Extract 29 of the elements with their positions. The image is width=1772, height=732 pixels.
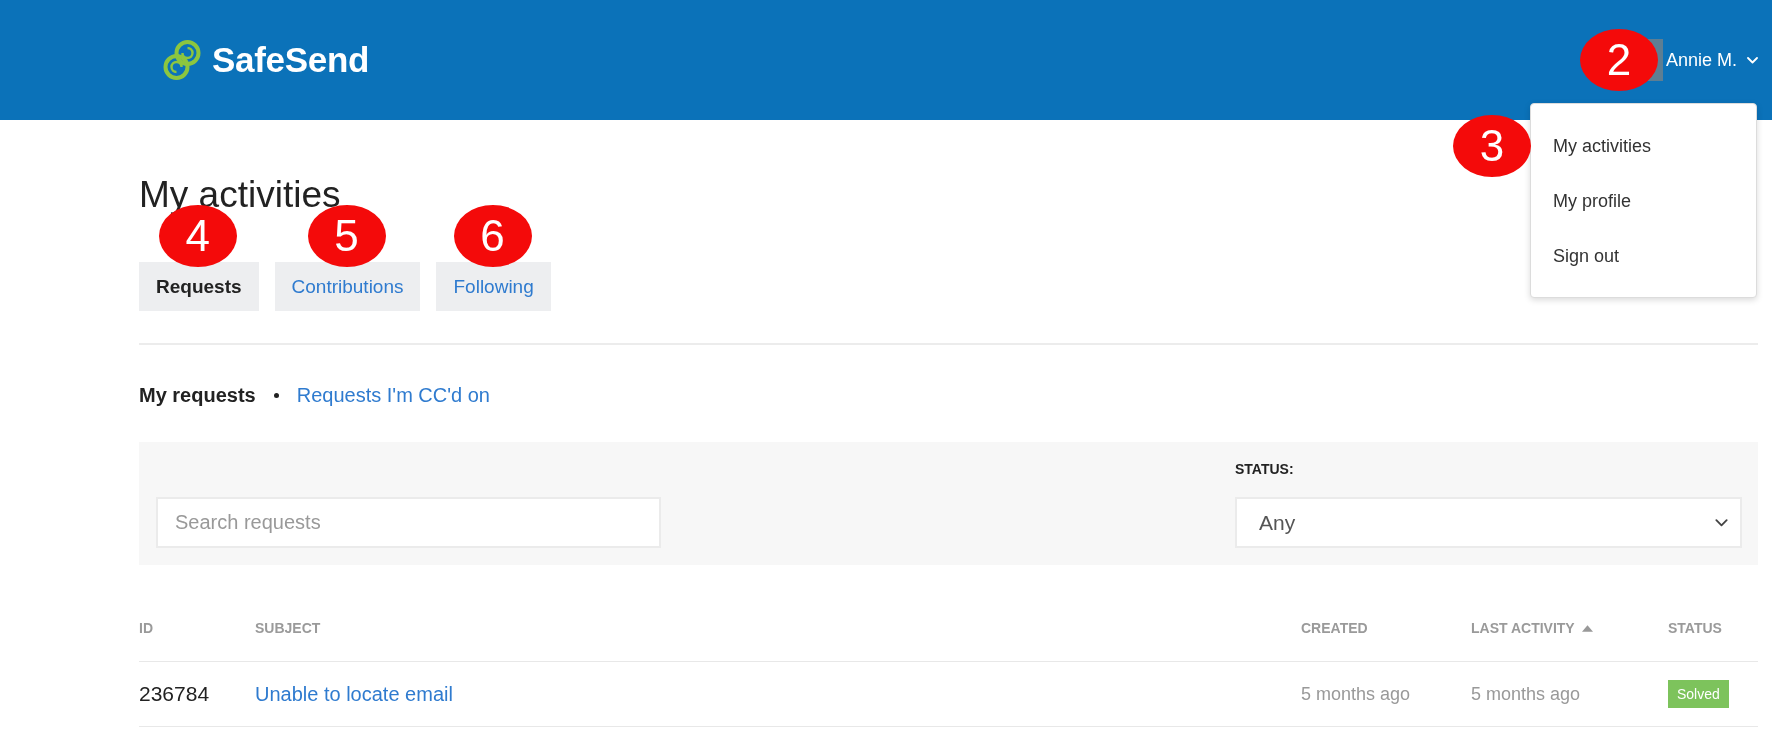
tab[interactable]: Following — [436, 262, 551, 311]
logo-icon — [162, 39, 202, 81]
column-header: ID — [139, 620, 153, 636]
menu-item[interactable]: Sign out — [1531, 229, 1756, 284]
column-header: CREATED — [1301, 620, 1368, 636]
column-header: STATUS — [1668, 620, 1722, 636]
user-menu-button[interactable]: Annie M. — [1665, 49, 1758, 71]
numbered-callout: 2 — [1579, 29, 1658, 91]
bullet-separator-icon — [273, 392, 279, 398]
request-link[interactable]: Unable to locate email — [255, 682, 453, 706]
chevron-down-icon — [1715, 518, 1728, 527]
table-cell: 5 months ago — [1301, 683, 1411, 705]
menu-item[interactable]: My activities — [1531, 119, 1756, 174]
status-badge: Solved — [1668, 680, 1729, 708]
logo-text: SafeSend — [212, 40, 370, 80]
table-cell: 5 months ago — [1471, 683, 1581, 705]
status-label: STATUS: — [1235, 461, 1294, 477]
table-cell: 236784 — [139, 682, 210, 706]
status-select[interactable]: Any — [1235, 497, 1742, 548]
chevron-down-icon — [1747, 56, 1758, 64]
tab[interactable]: Contributions — [274, 262, 421, 311]
tab[interactable]: Requests — [139, 262, 259, 311]
search-field[interactable]: Search requests — [156, 497, 661, 548]
menu-item[interactable]: My profile — [1531, 174, 1756, 229]
filter-link[interactable]: My requests — [139, 383, 256, 407]
numbered-callout: 6 — [453, 205, 532, 267]
filter-link[interactable]: Requests I'm CC'd on — [296, 383, 490, 407]
numbered-callout: 3 — [1453, 115, 1531, 177]
column-header: SUBJECT — [255, 620, 321, 636]
